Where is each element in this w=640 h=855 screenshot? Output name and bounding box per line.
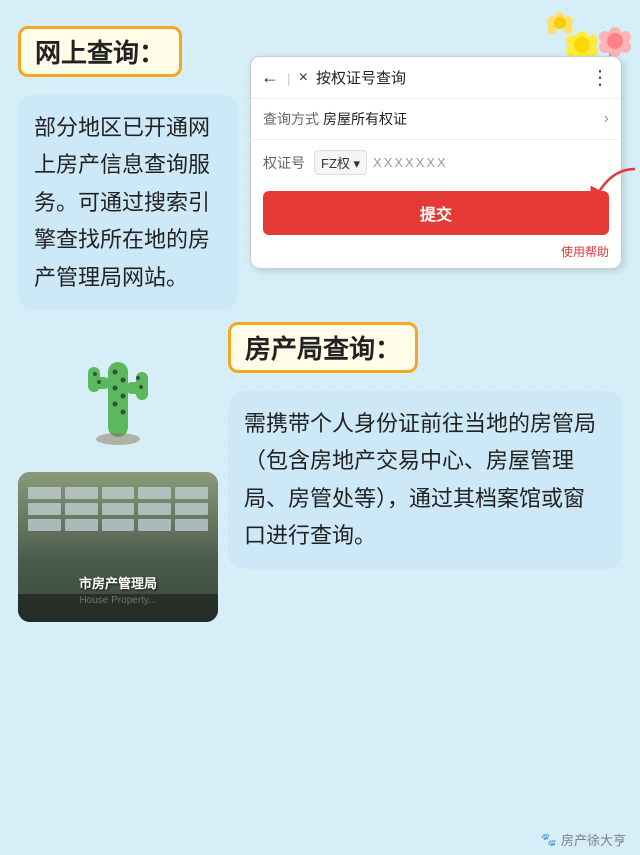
building-windows	[28, 487, 208, 531]
phone-screen: ← | × 按权证号查询 ⋮ 查询方式 房屋所有权证 › 权证号	[250, 56, 622, 269]
close-icon[interactable]: ×	[299, 69, 308, 87]
query-type-label: 查询方式	[263, 109, 323, 129]
bureau-query-title: 房产局查询：	[228, 322, 418, 373]
building-cn-text: 市房产管理局	[18, 573, 218, 592]
phone-title: 按权证号查询	[316, 67, 582, 88]
phone-header: ← | × 按权证号查询 ⋮	[251, 57, 621, 99]
building-photo: 市房产管理局 House Property...	[18, 472, 218, 622]
menu-icon[interactable]: ⋮	[590, 65, 611, 90]
query-type-value: 房屋所有权证	[323, 109, 604, 129]
top-right-panel: ← | × 按权证号查询 ⋮ 查询方式 房屋所有权证 › 权证号	[250, 26, 622, 310]
top-section: 网上查询： 部分地区已开通网上房产信息查询服务。可通过搜索引擎查找所在地的房产管…	[18, 26, 622, 310]
bottom-left-panel: 市房产管理局 House Property...	[18, 322, 218, 622]
back-arrow-icon[interactable]: ←	[261, 67, 279, 88]
watermark: 🐾 房产徐大亨	[541, 830, 626, 849]
red-arrow	[580, 164, 640, 214]
query-type-row: 查询方式 房屋所有权证 ›	[251, 99, 621, 140]
cactus-illustration	[18, 322, 218, 462]
cactus-svg	[73, 332, 163, 452]
cert-label: 权证号	[263, 153, 308, 173]
row-arrow-icon: ›	[604, 110, 609, 128]
cert-type-select[interactable]: FZ权 ▾	[314, 150, 367, 175]
help-link[interactable]: 使用帮助	[251, 241, 621, 268]
main-content: 网上查询： 部分地区已开通网上房产信息查询服务。可通过搜索引擎查找所在地的房产管…	[0, 0, 640, 632]
bottom-section: 市房产管理局 House Property... 房产局查询： 需携带个人身份证…	[18, 322, 622, 622]
watermark-text: 房产徐大亨	[561, 830, 626, 849]
cert-number-row: 权证号 FZ权 ▾ XXXXXXX	[251, 140, 621, 185]
bottom-right-panel: 房产局查询： 需携带个人身份证前往当地的房管局（包含房地产交易中心、房屋管理局、…	[228, 322, 622, 622]
submit-button[interactable]: 提交	[263, 191, 609, 235]
online-query-text: 部分地区已开通网上房产信息查询服务。可通过搜索引擎查找所在地的房产管理局网站。	[18, 95, 238, 310]
top-left-panel: 网上查询： 部分地区已开通网上房产信息查询服务。可通过搜索引擎查找所在地的房产管…	[18, 26, 238, 310]
watermark-icon: 🐾	[541, 832, 557, 848]
bureau-query-text: 需携带个人身份证前往当地的房管局（包含房地产交易中心、房屋管理局、房管处等），通…	[228, 391, 622, 569]
online-query-title: 网上查询：	[18, 26, 182, 77]
cert-input-value: XXXXXXX	[373, 155, 448, 170]
